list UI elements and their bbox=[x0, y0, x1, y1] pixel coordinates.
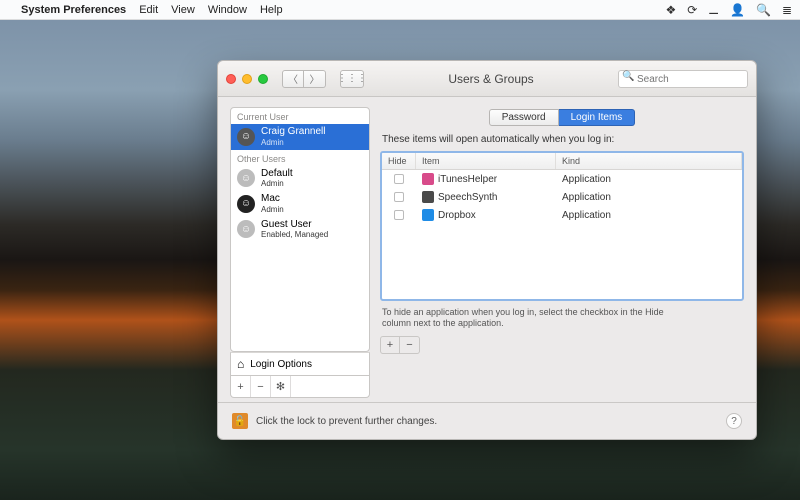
user-row[interactable]: ☺ Guest UserEnabled, Managed bbox=[231, 217, 369, 243]
traffic-lights bbox=[226, 74, 268, 84]
app-icon bbox=[422, 191, 434, 203]
users-sidebar: Current User ☺ Craig Grannell Admin Othe… bbox=[230, 107, 370, 398]
avatar-icon: ☺ bbox=[237, 220, 255, 238]
menu-view[interactable]: View bbox=[171, 4, 195, 16]
search-icon: 🔍 bbox=[622, 71, 634, 82]
current-user-header: Current User bbox=[231, 108, 369, 124]
remove-user-button[interactable]: − bbox=[251, 376, 271, 397]
menu-window[interactable]: Window bbox=[208, 4, 247, 16]
action-gear-button[interactable]: ✻ bbox=[271, 376, 291, 397]
table-row[interactable]: Dropbox Application bbox=[382, 206, 742, 224]
app-name[interactable]: System Preferences bbox=[21, 4, 126, 16]
user-name: Mac bbox=[261, 194, 284, 205]
item-kind: Application bbox=[556, 192, 742, 203]
remove-login-item-button[interactable]: − bbox=[400, 336, 420, 354]
app-icon bbox=[422, 209, 434, 221]
minimize-button[interactable] bbox=[242, 74, 252, 84]
lock-icon[interactable]: 🔓 bbox=[232, 413, 248, 429]
avatar-icon: ☺ bbox=[237, 128, 255, 146]
user-name: Craig Grannell bbox=[261, 127, 325, 138]
tabs: Password Login Items bbox=[380, 109, 744, 126]
user-status-icon[interactable]: 👤 bbox=[730, 3, 745, 17]
user-role: Enabled, Managed bbox=[261, 230, 328, 239]
table-row[interactable]: SpeechSynth Application bbox=[382, 188, 742, 206]
titlebar: 〈 〉 ⋮⋮⋮ Users & Groups 🔍 bbox=[218, 61, 756, 97]
search-input[interactable] bbox=[618, 70, 748, 88]
show-all-button[interactable]: ⋮⋮⋮ bbox=[340, 70, 364, 88]
user-name: Guest User bbox=[261, 220, 328, 231]
avatar-icon: ☺ bbox=[237, 169, 255, 187]
col-item[interactable]: Item bbox=[416, 153, 556, 169]
lock-text: Click the lock to prevent further change… bbox=[256, 416, 437, 427]
avatar-icon: ☺ bbox=[237, 195, 255, 213]
login-items-table: Hide Item Kind iTunesHelper Application … bbox=[380, 151, 744, 301]
back-button[interactable]: 〈 bbox=[282, 70, 304, 88]
desktop: System Preferences Edit View Window Help… bbox=[0, 0, 800, 500]
add-login-item-button[interactable]: + bbox=[380, 336, 400, 354]
window-title: Users & Groups bbox=[372, 72, 610, 86]
hide-checkbox[interactable] bbox=[394, 210, 404, 220]
home-icon: ⌂ bbox=[237, 357, 244, 371]
zoom-button[interactable] bbox=[258, 74, 268, 84]
user-row-current[interactable]: ☺ Craig Grannell Admin bbox=[231, 124, 369, 150]
user-role: Admin bbox=[261, 205, 284, 214]
spotlight-icon[interactable]: 🔍 bbox=[756, 3, 771, 17]
col-hide[interactable]: Hide bbox=[382, 153, 416, 169]
forward-button[interactable]: 〉 bbox=[304, 70, 326, 88]
item-name: SpeechSynth bbox=[438, 192, 498, 203]
sync-status-icon[interactable]: ⟳ bbox=[687, 3, 697, 17]
table-row[interactable]: iTunesHelper Application bbox=[382, 170, 742, 188]
add-user-button[interactable]: + bbox=[231, 376, 251, 397]
col-kind[interactable]: Kind bbox=[556, 153, 742, 169]
preferences-window: 〈 〉 ⋮⋮⋮ Users & Groups 🔍 Current User ☺ bbox=[217, 60, 757, 440]
menu-edit[interactable]: Edit bbox=[139, 4, 158, 16]
help-button[interactable]: ? bbox=[726, 413, 742, 429]
user-role: Admin bbox=[261, 138, 325, 147]
item-kind: Application bbox=[556, 210, 742, 221]
item-name: iTunesHelper bbox=[438, 174, 497, 185]
hide-checkbox[interactable] bbox=[394, 192, 404, 202]
hide-hint: To hide an application when you log in, … bbox=[382, 307, 682, 330]
menubar: System Preferences Edit View Window Help… bbox=[0, 0, 800, 20]
notifications-icon[interactable]: ≣ bbox=[782, 3, 792, 17]
item-kind: Application bbox=[556, 174, 742, 185]
close-button[interactable] bbox=[226, 74, 236, 84]
other-users-header: Other Users bbox=[231, 150, 369, 166]
user-row[interactable]: ☺ MacAdmin bbox=[231, 191, 369, 217]
login-options-button[interactable]: ⌂ Login Options bbox=[230, 352, 370, 376]
wifi-status-icon[interactable]: ⚊ bbox=[708, 3, 719, 17]
tab-login-items[interactable]: Login Items bbox=[559, 109, 636, 126]
user-name: Default bbox=[261, 169, 293, 180]
dropbox-status-icon[interactable]: ❖ bbox=[665, 3, 676, 17]
hide-checkbox[interactable] bbox=[394, 174, 404, 184]
login-options-label: Login Options bbox=[250, 359, 312, 370]
tab-password[interactable]: Password bbox=[489, 109, 559, 126]
user-row[interactable]: ☺ DefaultAdmin bbox=[231, 166, 369, 192]
app-icon bbox=[422, 173, 434, 185]
login-items-description: These items will open automatically when… bbox=[382, 134, 742, 145]
menu-help[interactable]: Help bbox=[260, 4, 283, 16]
user-role: Admin bbox=[261, 179, 293, 188]
item-name: Dropbox bbox=[438, 210, 476, 221]
